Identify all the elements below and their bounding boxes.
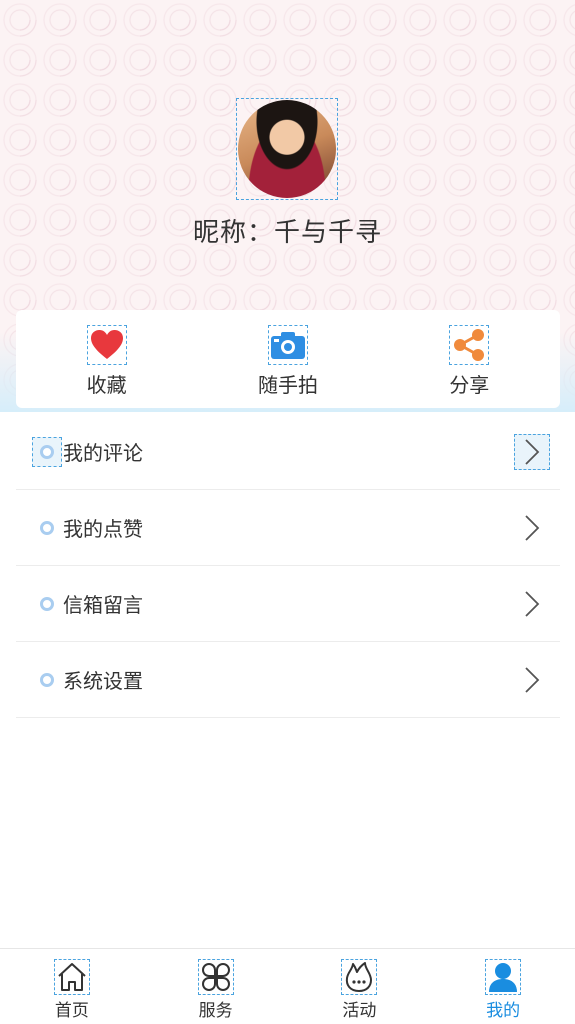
user-icon	[485, 959, 522, 995]
action-label: 分享	[449, 373, 490, 397]
menu-item-label: 我的评论	[63, 441, 143, 465]
menu-item-label: 信箱留言	[63, 593, 143, 617]
bullet-icon	[32, 665, 62, 695]
chevron-right-icon[interactable]	[514, 433, 550, 470]
avatar[interactable]	[238, 100, 336, 198]
tab-label: 服务	[198, 1001, 233, 1021]
action-favorites[interactable]: 收藏	[16, 310, 197, 408]
avatar-frame[interactable]	[236, 98, 338, 200]
nickname: 昵称：千与千寻	[192, 218, 382, 248]
chevron-right-icon[interactable]	[514, 662, 550, 698]
action-card: 收藏 随手拍 分享	[16, 310, 560, 408]
heart-icon	[86, 325, 127, 365]
menu-item-mailbox[interactable]: 信箱留言	[16, 566, 560, 642]
action-label: 随手拍	[257, 373, 318, 397]
action-share[interactable]: 分享	[379, 310, 560, 408]
menu-item-likes[interactable]: 我的点赞	[16, 490, 560, 566]
bullet-icon	[32, 436, 62, 467]
home-icon	[53, 959, 90, 995]
flame-icon	[341, 959, 378, 995]
tab-label: 活动	[342, 1001, 377, 1021]
grid-icon	[197, 959, 234, 995]
action-snapshot[interactable]: 随手拍	[197, 310, 378, 408]
menu-item-label: 我的点赞	[63, 517, 143, 541]
menu-item-label: 系统设置	[63, 669, 143, 693]
chevron-right-icon[interactable]	[514, 510, 550, 546]
menu-item-settings[interactable]: 系统设置	[16, 642, 560, 718]
bullet-icon	[32, 589, 62, 619]
tab-services[interactable]: 服务	[144, 949, 288, 1024]
menu-item-comments[interactable]: 我的评论	[16, 414, 560, 490]
camera-icon	[267, 325, 308, 365]
tab-mine[interactable]: 我的	[431, 949, 575, 1024]
bullet-icon	[32, 513, 62, 543]
tab-label: 首页	[54, 1001, 89, 1021]
tab-label: 我的	[486, 1001, 521, 1021]
share-icon	[449, 325, 490, 365]
chevron-right-icon[interactable]	[514, 586, 550, 622]
tab-home[interactable]: 首页	[0, 949, 144, 1024]
tab-bar: 首页 服务 活动 我的	[0, 948, 575, 1024]
menu-list: 我的评论 我的点赞 信箱留言 系统设置	[16, 414, 560, 718]
tab-activities[interactable]: 活动	[288, 949, 432, 1024]
action-label: 收藏	[86, 373, 127, 397]
